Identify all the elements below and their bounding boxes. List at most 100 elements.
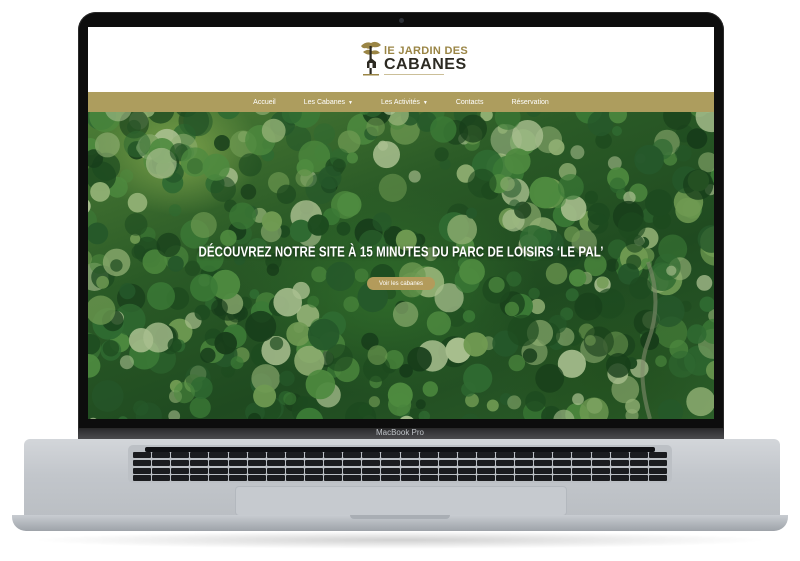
tree-canopy — [343, 296, 359, 312]
keyboard-key — [534, 452, 553, 458]
tree-canopy — [504, 148, 531, 175]
tree-canopy — [229, 202, 257, 230]
keyboard-key — [515, 459, 534, 466]
nav-label: Réservation — [511, 98, 549, 106]
tree-canopy — [127, 192, 148, 213]
keyboard-key — [171, 467, 190, 474]
keyboard-key — [591, 467, 610, 474]
keyboard-key — [572, 467, 591, 474]
keyboard-key — [438, 467, 457, 474]
tree-canopy — [408, 170, 421, 183]
keyboard-key — [648, 475, 667, 482]
nav-label: Contacts — [455, 98, 484, 106]
tree-canopy — [279, 370, 295, 387]
keyboard-key — [152, 459, 171, 466]
tree-canopy — [683, 169, 714, 200]
tree-canopy — [128, 328, 154, 353]
tree-canopy — [605, 258, 619, 272]
tree-canopy — [459, 114, 487, 143]
tree-canopy — [167, 338, 182, 353]
keyboard-key — [629, 475, 648, 482]
keyboard-key — [304, 467, 324, 474]
tree-canopy — [214, 135, 230, 151]
tree-canopy — [168, 204, 182, 217]
keyboard-key — [400, 459, 419, 466]
tree-canopy — [579, 397, 609, 419]
keyboard-key — [591, 459, 610, 466]
tree-canopy — [686, 324, 707, 344]
tree-canopy — [447, 214, 477, 245]
tree-canopy — [686, 387, 714, 417]
tree-canopy — [698, 152, 714, 173]
keyboard-key — [496, 475, 515, 482]
tree-canopy — [596, 276, 609, 289]
forest-aerial-image — [88, 112, 714, 419]
tree-canopy — [366, 117, 385, 137]
keyboard-key — [553, 475, 572, 482]
keyboard-key — [133, 475, 152, 482]
keyboard-key — [400, 467, 419, 474]
keyboard-key — [515, 475, 534, 482]
tree-canopy — [422, 381, 438, 397]
tree-canopy — [220, 229, 237, 247]
nav-item-accueil[interactable]: Accueil — [239, 99, 290, 106]
keyboard-key — [324, 467, 343, 474]
keyboard-key — [419, 459, 438, 466]
tree-canopy — [269, 336, 284, 351]
tree-canopy — [504, 301, 520, 317]
keyboard-key — [228, 452, 247, 458]
tree-canopy — [200, 347, 216, 363]
keyboard — [133, 452, 667, 482]
tree-canopy — [88, 222, 109, 245]
tree-canopy — [467, 168, 497, 198]
tree-canopy — [509, 199, 520, 211]
tree-canopy — [305, 369, 336, 400]
keyboard-key — [152, 452, 171, 458]
nav-item-contacts[interactable]: Contacts — [442, 99, 498, 106]
logo-line-2: CABANES — [384, 56, 467, 73]
tree-canopy — [528, 287, 540, 300]
keyboard-key — [572, 459, 591, 466]
keyboard-key — [457, 467, 476, 474]
tree-canopy — [466, 207, 478, 219]
tree-canopy — [307, 295, 320, 308]
see-cabins-button[interactable]: Voir les cabanes — [367, 277, 435, 290]
keyboard-key — [553, 467, 572, 474]
tree-canopy — [295, 169, 314, 187]
tree-canopy — [332, 158, 346, 172]
keyboard-key — [553, 452, 572, 458]
tree-canopy — [526, 112, 541, 117]
nav-item-les-cabanes[interactable]: Les Cabanes ▼ — [290, 99, 367, 106]
keyboard-key — [285, 459, 304, 466]
keyboard-key — [648, 467, 667, 474]
keyboard-key — [304, 475, 324, 482]
keyboard-key — [266, 475, 285, 482]
tree-canopy — [462, 310, 476, 323]
keyboard-key — [228, 459, 247, 466]
keyboard-key — [572, 475, 591, 482]
keyboard-key — [381, 459, 400, 466]
keyboard-key — [343, 459, 362, 466]
keyboard-key — [190, 459, 209, 466]
keyboard-key — [515, 467, 534, 474]
keyboard-key — [209, 459, 228, 466]
keyboard-key — [266, 467, 285, 474]
tree-canopy — [325, 261, 355, 291]
tree-canopy — [574, 292, 603, 321]
keyboard-key — [438, 475, 457, 482]
nav-item-les-activites[interactable]: Les Activités ▼ — [367, 99, 442, 106]
keyboard-key — [591, 475, 610, 482]
keyboard-key — [629, 452, 648, 458]
keyboard-key — [419, 452, 438, 458]
keyboard-key — [572, 452, 591, 458]
tree-canopy — [545, 262, 568, 285]
nav-item-reservation[interactable]: Réservation — [497, 99, 562, 106]
tree-canopy — [585, 335, 596, 346]
tree-canopy — [89, 417, 97, 419]
keyboard-key — [152, 467, 171, 474]
tree-canopy — [261, 211, 282, 232]
keyboard-key — [610, 475, 629, 482]
tree-canopy — [378, 173, 407, 202]
website-screen: lE JARDIN DES CABANES Accueil Les Cabane… — [88, 27, 714, 419]
keyboard-key — [648, 459, 667, 466]
